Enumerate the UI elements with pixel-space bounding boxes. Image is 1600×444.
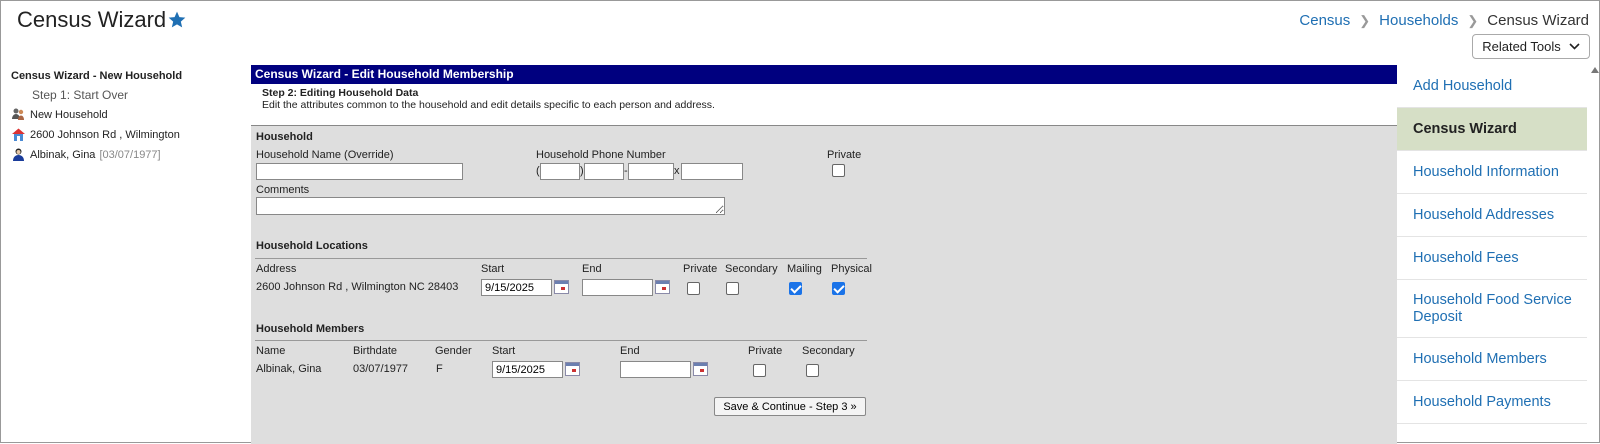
breadcrumb: Census ❯ Households ❯ Census Wizard (1299, 12, 1589, 29)
right-panel-scrollbar[interactable] (1589, 65, 1600, 444)
phone-line-input[interactable] (628, 163, 674, 180)
rp-add-household[interactable]: Add Household (1397, 65, 1587, 108)
scroll-up-arrow-icon[interactable] (1591, 67, 1599, 73)
step1-start-over-link[interactable]: Step 1: Start Over (32, 88, 241, 102)
phone-prefix-input[interactable] (584, 163, 624, 180)
save-continue-button[interactable]: Save & Continue - Step 3 » (714, 397, 866, 416)
rp-household-information[interactable]: Household Information (1397, 151, 1587, 194)
main-panel: Census Wizard - Edit Household Membershi… (251, 65, 1397, 444)
wizard-subtitle: New Household (99, 70, 183, 82)
tree-address[interactable]: 2600 Johnson Rd , Wilmington (11, 127, 241, 142)
tree-person[interactable]: Albinak, Gina [03/07/1977] (11, 147, 241, 162)
calendar-icon[interactable] (565, 362, 580, 376)
mem-start-date-input[interactable] (492, 361, 563, 378)
wizard-title-separator: - (89, 70, 100, 82)
step-description: Edit the attributes common to the househ… (262, 99, 715, 111)
mem-col-gender: Gender (435, 345, 472, 357)
rp-household-fees[interactable]: Household Fees (1397, 237, 1587, 280)
mem-private-checkbox[interactable] (753, 364, 766, 377)
loc-row-address: 2600 Johnson Rd , Wilmington NC 28403 (256, 281, 459, 293)
phone-extension-input[interactable] (681, 163, 743, 180)
tree-household[interactable]: New Household (11, 107, 241, 122)
loc-end-date-input[interactable] (582, 279, 653, 296)
comments-textarea[interactable] (256, 197, 725, 215)
loc-col-address: Address (256, 263, 297, 275)
house-icon (12, 128, 25, 141)
loc-physical-checkbox[interactable] (832, 282, 845, 295)
breadcrumb-current: Census Wizard (1487, 12, 1589, 29)
wizard-nav: Census Wizard - New Household Step 1: St… (11, 70, 241, 162)
rp-household-food-service-deposit[interactable]: Household Food Service Deposit (1397, 280, 1587, 338)
mem-col-private: Private (748, 345, 783, 357)
loc-col-secondary: Secondary (725, 263, 778, 275)
tree-address-label: 2600 Johnson Rd , Wilmington (30, 128, 180, 141)
household-name-input[interactable] (256, 163, 463, 180)
mem-col-secondary: Secondary (802, 345, 855, 357)
mem-row-name: Albinak, Gina (256, 363, 322, 375)
loc-col-start: Start (481, 263, 505, 275)
loc-col-physical: Physical (831, 263, 872, 275)
wizard-nav-title: Census Wizard - New Household (11, 70, 241, 82)
locations-divider (255, 258, 867, 259)
phone-area-input[interactable] (540, 163, 580, 180)
mem-col-end: End (620, 345, 640, 357)
tree-person-name: Albinak, Gina (30, 148, 96, 161)
mem-col-name: Name (256, 345, 286, 357)
chevron-right-icon: ❯ (1359, 12, 1371, 28)
calendar-icon[interactable] (554, 280, 569, 294)
mem-col-birthdate: Birthdate (353, 345, 398, 357)
person-female-icon (13, 148, 24, 161)
household-section-title: Household (256, 131, 313, 143)
loc-col-end: End (582, 263, 602, 275)
mem-end-date-input[interactable] (620, 361, 691, 378)
loc-col-private: Private (683, 263, 718, 275)
loc-start-date-input[interactable] (481, 279, 552, 296)
loc-private-checkbox[interactable] (687, 282, 700, 295)
breadcrumb-households-link[interactable]: Households (1379, 12, 1458, 29)
related-tools-panel: Add Household Census Wizard Household In… (1397, 65, 1587, 444)
chevron-right-icon: ❯ (1467, 12, 1479, 28)
mem-row-birthdate: 03/07/1977 (353, 363, 409, 375)
step-box: Step 2: Editing Household Data Edit the … (251, 84, 1397, 126)
step-title: Step 2: Editing Household Data (262, 87, 419, 99)
household-name-label: Household Name (Override) (256, 149, 394, 161)
mem-secondary-checkbox[interactable] (806, 364, 819, 377)
mem-col-start: Start (492, 345, 516, 357)
calendar-icon[interactable] (655, 280, 670, 294)
rp-household-addresses[interactable]: Household Addresses (1397, 194, 1587, 237)
household-phone-label: Household Phone Number (536, 149, 666, 161)
breadcrumb-census-link[interactable]: Census (1299, 12, 1350, 29)
related-tools-button[interactable]: Related Tools (1472, 34, 1590, 59)
loc-col-mailing: Mailing (787, 263, 822, 275)
main-header: Census Wizard - Edit Household Membershi… (251, 65, 1397, 84)
wizard-title: Census Wizard (11, 70, 90, 82)
rp-census-wizard[interactable]: Census Wizard (1397, 108, 1587, 151)
rp-household-payments[interactable]: Household Payments (1397, 381, 1587, 424)
comments-label: Comments (256, 184, 310, 196)
loc-secondary-checkbox[interactable] (726, 282, 739, 295)
favorite-star-icon[interactable] (167, 10, 187, 30)
household-private-checkbox[interactable] (832, 164, 845, 177)
related-tools-label: Related Tools (1482, 39, 1561, 54)
tree-household-label: New Household (30, 108, 108, 121)
chevron-down-icon (1569, 43, 1580, 50)
household-people-icon (12, 108, 24, 120)
loc-mailing-checkbox[interactable] (789, 282, 802, 295)
tree-person-dob: [03/07/1977] (99, 148, 161, 161)
members-divider (255, 340, 867, 341)
rp-household-members[interactable]: Household Members (1397, 338, 1587, 381)
mem-row-gender: F (436, 363, 443, 375)
members-section-title: Household Members (256, 323, 365, 335)
calendar-icon[interactable] (693, 362, 708, 376)
locations-section-title: Household Locations (256, 240, 368, 252)
phone-ext-sep: x (674, 165, 680, 177)
page-title: Census Wizard (17, 7, 167, 32)
household-private-label: Private (827, 149, 862, 161)
